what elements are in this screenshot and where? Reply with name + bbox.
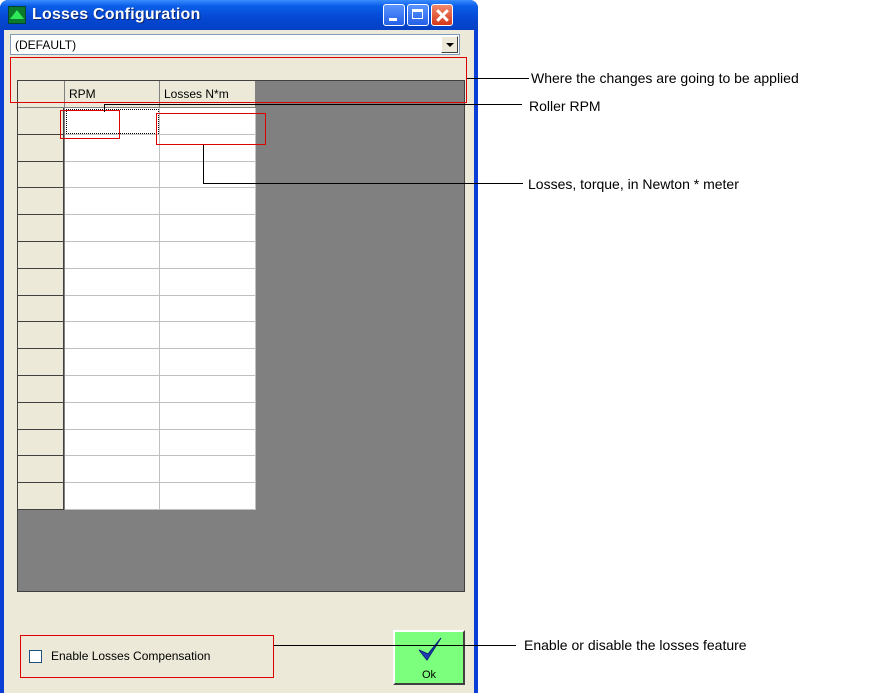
enable-leader-line (274, 645, 516, 646)
row-header[interactable] (18, 242, 64, 269)
title-bar[interactable]: Losses Configuration (0, 0, 478, 30)
table-cell-rpm[interactable] (65, 135, 160, 162)
table-cell-rpm[interactable] (65, 456, 160, 483)
table-cell-rpm[interactable] (65, 483, 160, 510)
ok-button-label: Ok (422, 669, 437, 681)
row-header[interactable] (18, 483, 64, 510)
rpm-leader-line (104, 104, 522, 105)
table-cell-losses[interactable] (160, 269, 256, 296)
row-header[interactable] (18, 269, 64, 296)
table-cell-rpm[interactable] (65, 322, 160, 349)
row-header[interactable] (18, 215, 64, 242)
profile-leader-line (467, 78, 529, 79)
annotation-rpm: Roller RPM (529, 98, 601, 114)
profile-select-value: (DEFAULT) (15, 38, 77, 52)
app-logo-icon (8, 6, 26, 24)
close-icon[interactable] (431, 4, 453, 26)
table-cell-rpm[interactable] (65, 242, 160, 269)
row-header[interactable] (18, 188, 64, 215)
maximize-icon[interactable] (407, 4, 429, 26)
table-cell-losses[interactable] (160, 403, 256, 430)
table-cell-rpm[interactable] (65, 162, 160, 188)
row-header[interactable] (18, 403, 64, 430)
table-cell-losses[interactable] (160, 162, 256, 188)
table-cell-losses[interactable] (160, 349, 256, 376)
rpm-leader-tick (104, 104, 105, 112)
row-header[interactable] (18, 430, 64, 456)
table-cell-rpm[interactable] (65, 349, 160, 376)
annotation-enable: Enable or disable the losses feature (524, 637, 747, 653)
table-cell-rpm[interactable] (65, 403, 160, 430)
table-cell-rpm[interactable] (65, 188, 160, 215)
minimize-icon[interactable] (383, 4, 405, 26)
enable-highlight-box (20, 635, 274, 678)
row-header[interactable] (18, 456, 64, 483)
checkmark-icon (418, 637, 442, 661)
row-header[interactable] (18, 135, 64, 162)
dropdown-arrow-icon[interactable] (441, 36, 458, 53)
table-cell-rpm[interactable] (65, 296, 160, 322)
row-header[interactable] (18, 376, 64, 403)
losses-highlight-box (156, 113, 266, 145)
table-cell-losses[interactable] (160, 430, 256, 456)
row-header[interactable] (18, 162, 64, 188)
window-title: Losses Configuration (32, 6, 201, 23)
ok-button[interactable]: Ok (393, 630, 465, 685)
table-cell-rpm[interactable] (65, 269, 160, 296)
table-cell-rpm[interactable] (65, 215, 160, 242)
table-cell-rpm[interactable] (65, 376, 160, 403)
profile-highlight-box (10, 57, 467, 103)
table-cell-losses[interactable] (160, 242, 256, 269)
profile-select[interactable]: (DEFAULT) (10, 34, 460, 55)
table-cell-losses[interactable] (160, 296, 256, 322)
row-header[interactable] (18, 296, 64, 322)
table-cell-losses[interactable] (160, 483, 256, 510)
table-cell-rpm[interactable] (65, 430, 160, 456)
row-header[interactable] (18, 349, 64, 376)
rpm-highlight-box (60, 110, 120, 139)
table-cell-losses[interactable] (160, 215, 256, 242)
annotation-losses: Losses, torque, in Newton * meter (528, 176, 739, 192)
table-cell-losses[interactable] (160, 456, 256, 483)
losses-leader-vertical (203, 145, 204, 183)
table-cell-losses[interactable] (160, 322, 256, 349)
row-header[interactable] (18, 108, 64, 135)
annotation-profile: Where the changes are going to be applie… (531, 70, 799, 86)
row-header[interactable] (18, 322, 64, 349)
losses-table: RPM Losses N*m (17, 80, 465, 592)
table-cell-losses[interactable] (160, 376, 256, 403)
table-cell-losses[interactable] (160, 188, 256, 215)
losses-leader-horizontal (203, 183, 523, 184)
